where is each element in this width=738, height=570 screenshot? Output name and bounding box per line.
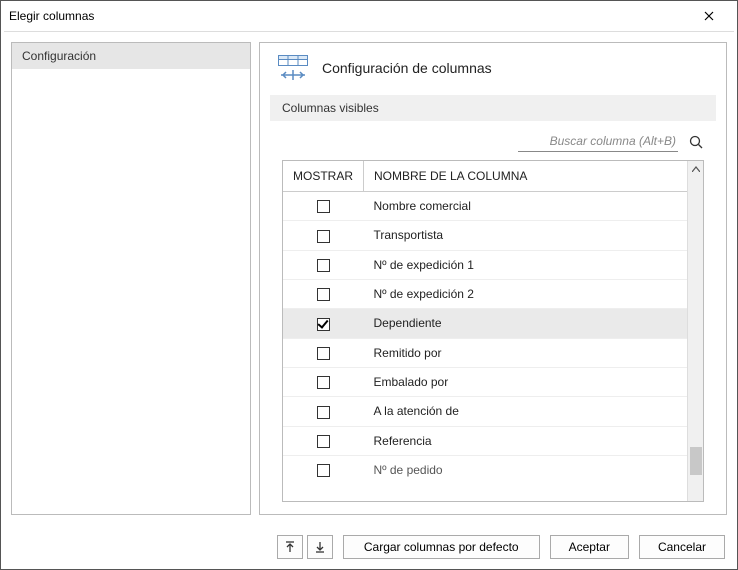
column-name-cell: Embalado por bbox=[364, 367, 688, 396]
table-row[interactable]: Transportista bbox=[283, 221, 687, 250]
show-cell bbox=[283, 455, 364, 484]
arrow-up-bar-icon bbox=[285, 541, 295, 553]
column-name-cell: Dependiente bbox=[364, 309, 688, 338]
show-checkbox[interactable] bbox=[317, 259, 330, 272]
sidebar-item-configuracion[interactable]: Configuración bbox=[12, 43, 250, 69]
load-defaults-button[interactable]: Cargar columnas por defecto bbox=[343, 535, 540, 559]
show-checkbox[interactable] bbox=[317, 318, 330, 331]
search-icon[interactable] bbox=[688, 134, 704, 150]
show-cell bbox=[283, 426, 364, 455]
show-cell bbox=[283, 338, 364, 367]
move-down-button[interactable] bbox=[307, 535, 333, 559]
scroll-thumb[interactable] bbox=[690, 447, 702, 475]
column-name-cell: Remitido por bbox=[364, 338, 688, 367]
content-area: Configuración Configuración de bbox=[1, 32, 737, 525]
show-cell bbox=[283, 279, 364, 308]
show-checkbox[interactable] bbox=[317, 347, 330, 360]
table-row[interactable]: Nº de expedición 2 bbox=[283, 279, 687, 308]
table-row[interactable]: Dependiente bbox=[283, 309, 687, 338]
column-name-cell: Nº de pedido bbox=[364, 455, 688, 484]
show-checkbox[interactable] bbox=[317, 376, 330, 389]
table-row[interactable]: Nº de pedido bbox=[283, 455, 687, 484]
show-checkbox[interactable] bbox=[317, 435, 330, 448]
move-up-button[interactable] bbox=[277, 535, 303, 559]
column-name-cell: Transportista bbox=[364, 221, 688, 250]
dialog-window: Elegir columnas Configuración bbox=[0, 0, 738, 570]
arrow-down-bar-icon bbox=[315, 541, 325, 553]
table-row[interactable]: Nº de expedición 1 bbox=[283, 250, 687, 279]
column-name-cell: Nº de expedición 2 bbox=[364, 279, 688, 308]
main-panel: Configuración de columnas Columnas visib… bbox=[259, 42, 727, 515]
col-header-name[interactable]: NOMBRE DE LA COLUMNA bbox=[364, 161, 688, 192]
vertical-scrollbar[interactable] bbox=[687, 161, 703, 501]
scroll-up-icon[interactable] bbox=[688, 161, 704, 177]
columns-table: MOSTRAR NOMBRE DE LA COLUMNA Nombre come… bbox=[283, 161, 687, 484]
show-checkbox[interactable] bbox=[317, 288, 330, 301]
show-cell bbox=[283, 221, 364, 250]
columns-table-container: MOSTRAR NOMBRE DE LA COLUMNA Nombre come… bbox=[282, 160, 704, 502]
column-name-cell: Referencia bbox=[364, 426, 688, 455]
panel-header: Configuración de columnas bbox=[260, 43, 726, 89]
column-name-cell: A la atención de bbox=[364, 397, 688, 426]
show-cell bbox=[283, 192, 364, 221]
columns-table-scroll: MOSTRAR NOMBRE DE LA COLUMNA Nombre come… bbox=[283, 161, 687, 501]
show-checkbox[interactable] bbox=[317, 230, 330, 243]
section-label: Columnas visibles bbox=[270, 95, 716, 121]
accept-button[interactable]: Aceptar bbox=[550, 535, 629, 559]
table-row[interactable]: A la atención de bbox=[283, 397, 687, 426]
show-cell bbox=[283, 250, 364, 279]
col-header-show[interactable]: MOSTRAR bbox=[283, 161, 364, 192]
show-checkbox[interactable] bbox=[317, 406, 330, 419]
show-cell bbox=[283, 397, 364, 426]
window-title: Elegir columnas bbox=[9, 9, 689, 23]
column-name-cell: Nombre comercial bbox=[364, 192, 688, 221]
panel-title: Configuración de columnas bbox=[322, 60, 492, 76]
show-checkbox[interactable] bbox=[317, 464, 330, 477]
sort-buttons bbox=[277, 535, 333, 559]
sidebar: Configuración bbox=[11, 42, 251, 515]
table-row[interactable]: Nombre comercial bbox=[283, 192, 687, 221]
titlebar: Elegir columnas bbox=[1, 1, 737, 31]
column-name-cell: Nº de expedición 1 bbox=[364, 250, 688, 279]
dialog-footer: Cargar columnas por defecto Aceptar Canc… bbox=[1, 525, 737, 569]
close-button[interactable] bbox=[689, 2, 729, 30]
search-row bbox=[260, 131, 726, 160]
close-icon bbox=[704, 11, 714, 21]
show-cell bbox=[283, 367, 364, 396]
show-cell bbox=[283, 309, 364, 338]
cancel-button[interactable]: Cancelar bbox=[639, 535, 725, 559]
table-row[interactable]: Embalado por bbox=[283, 367, 687, 396]
columns-config-icon bbox=[278, 55, 308, 81]
show-checkbox[interactable] bbox=[317, 200, 330, 213]
search-input[interactable] bbox=[518, 131, 678, 152]
table-row[interactable]: Referencia bbox=[283, 426, 687, 455]
table-row[interactable]: Remitido por bbox=[283, 338, 687, 367]
